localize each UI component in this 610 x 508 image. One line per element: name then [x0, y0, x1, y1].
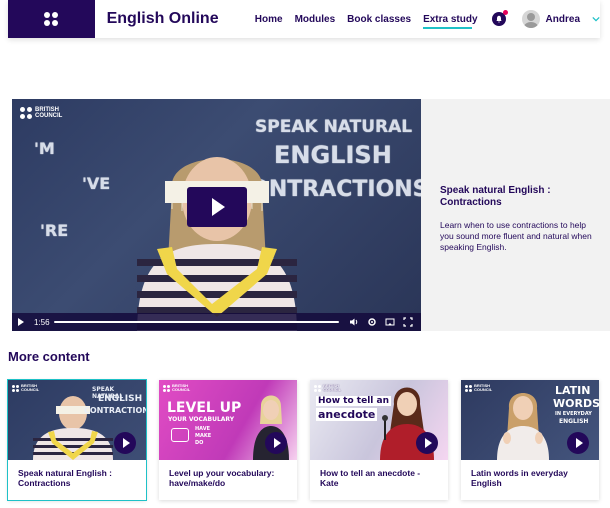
chevron-down-icon[interactable]	[592, 15, 600, 23]
card-thumbnail: BRITISH COUNCIL SPEAK NATURAL ENGLISH CON…	[8, 380, 146, 460]
notifications-button[interactable]	[491, 10, 508, 26]
presenter-image	[137, 157, 297, 331]
card-thumbnail: BRITISH COUNCIL LATIN WORDS IN EVERYDAY E…	[461, 380, 599, 460]
card-thumbnail: BRITISH COUNCIL How to tell an anecdote	[310, 380, 448, 460]
more-content-heading: More content	[8, 349, 90, 364]
more-content-list: BRITISH COUNCIL SPEAK NATURAL ENGLISH CON…	[7, 379, 608, 502]
bell-icon	[495, 15, 502, 23]
content-card[interactable]: BRITISH COUNCIL LEVEL UP YOUR VOCABULARY …	[159, 380, 297, 500]
notification-badge	[502, 10, 508, 15]
featured-video-title: Speak natural English : Contractions	[440, 185, 551, 208]
cast-icon[interactable]	[385, 317, 395, 327]
content-card[interactable]: BRITISH COUNCIL SPEAK NATURAL ENGLISH CON…	[7, 379, 147, 501]
play-icon[interactable]	[265, 432, 287, 454]
video-chalk-m: 'M	[34, 139, 55, 158]
video-chalk-re: 'RE	[40, 221, 69, 240]
user-menu[interactable]: Andrea	[521, 10, 600, 28]
nav-home[interactable]: Home	[255, 14, 283, 25]
featured-video-info: Speak natural English : Contractions Lea…	[440, 185, 600, 253]
featured-video-description: Learn when to use contractions to help y…	[440, 220, 592, 252]
featured-video-panel: BRITISH COUNCIL SPEAK NATURAL ENGLISH CON…	[12, 99, 610, 331]
video-time: 1:56	[34, 317, 50, 327]
video-progress-bar[interactable]	[53, 321, 339, 323]
user-name: Andrea	[545, 13, 580, 25]
fullscreen-icon[interactable]	[402, 317, 413, 327]
logo-button[interactable]	[8, 0, 95, 38]
presenter-image	[497, 393, 549, 460]
nav-extra-study[interactable]: Extra study	[423, 14, 478, 29]
card-title: How to tell an anecdote - Kate	[320, 468, 421, 488]
video-player[interactable]: BRITISH COUNCIL SPEAK NATURAL ENGLISH CON…	[12, 99, 421, 331]
content-card[interactable]: BRITISH COUNCIL How to tell an anecdote H…	[310, 380, 448, 500]
british-council-logo: BRITISH COUNCIL	[20, 107, 62, 119]
card-title: Speak natural English : Contractions	[18, 468, 112, 488]
app-title: English Online	[106, 10, 219, 27]
video-chalk-ve: 'VE	[82, 174, 111, 193]
main-nav: Home Modules Book classes Extra study	[255, 10, 508, 29]
play-icon[interactable]	[567, 432, 589, 454]
avatar	[521, 10, 540, 28]
content-card[interactable]: BRITISH COUNCIL LATIN WORDS IN EVERYDAY E…	[461, 380, 599, 500]
play-icon[interactable]	[114, 432, 136, 454]
play-icon[interactable]	[18, 318, 24, 326]
british-council-logo: BRITISH COUNCIL	[314, 384, 341, 392]
tv-icon	[171, 428, 189, 442]
logo-dots-icon	[44, 12, 59, 26]
british-council-logo: BRITISH COUNCIL	[163, 384, 190, 392]
video-controls: 1:56	[12, 313, 421, 331]
settings-icon[interactable]	[367, 317, 377, 327]
volume-icon[interactable]	[349, 317, 359, 327]
nav-modules[interactable]: Modules	[295, 14, 336, 25]
video-play-button[interactable]	[187, 187, 247, 227]
card-title: Latin words in everyday English	[471, 468, 568, 488]
nav-book-classes[interactable]: Book classes	[347, 14, 411, 25]
top-header: English Online Home Modules Book classes…	[8, 0, 600, 38]
card-thumbnail: BRITISH COUNCIL LEVEL UP YOUR VOCABULARY …	[159, 380, 297, 460]
play-icon[interactable]	[416, 432, 438, 454]
british-council-logo: BRITISH COUNCIL	[465, 384, 492, 392]
card-title: Level up your vocabulary: have/make/do	[169, 468, 275, 488]
